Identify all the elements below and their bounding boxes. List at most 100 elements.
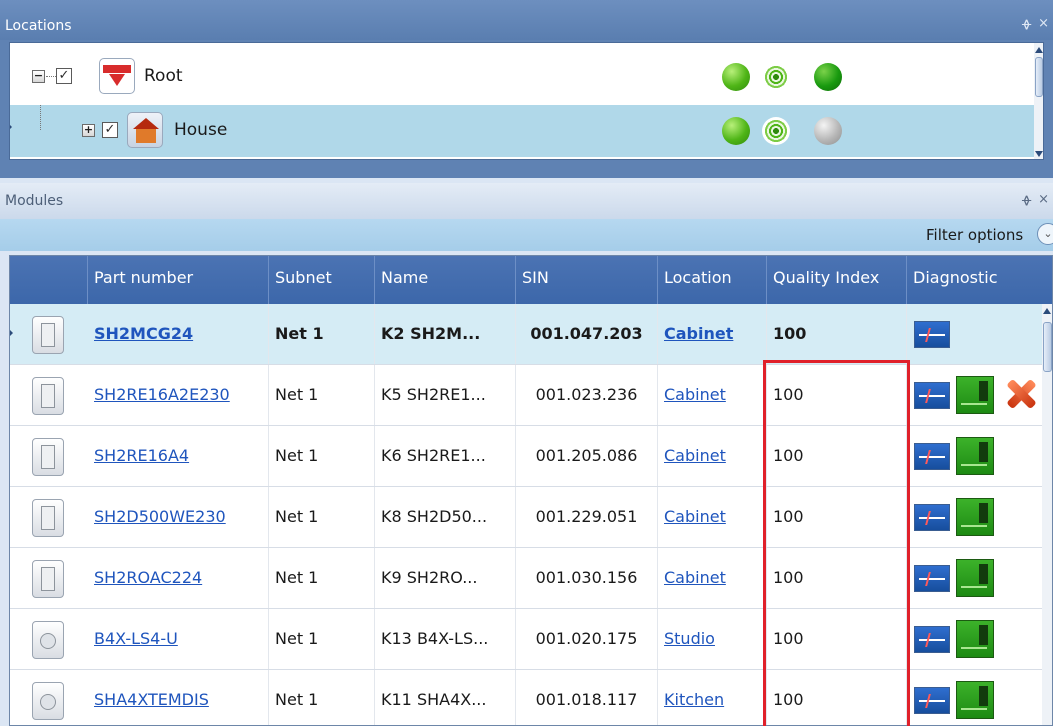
module-thumbnail — [32, 621, 64, 659]
monitor-icon[interactable] — [914, 382, 950, 409]
subnet-cell: Net 1 — [269, 426, 375, 486]
filter-options-label[interactable]: Filter options — [926, 226, 1023, 244]
part-number-link[interactable]: SH2RE16A2E230 — [88, 365, 269, 425]
table-row[interactable]: SH2RE16A2E230 Net 1 K5 SH2RE1... 001.023… — [10, 365, 1052, 426]
column-header-location[interactable]: Location — [658, 256, 767, 304]
tree-item-label: House — [174, 120, 228, 140]
location-link[interactable]: Cabinet — [658, 548, 767, 608]
tree-item-label: Root — [144, 66, 183, 86]
monitor-icon[interactable] — [914, 565, 950, 592]
scroll-down-icon[interactable] — [1035, 151, 1043, 157]
location-link[interactable]: Cabinet — [658, 426, 767, 486]
table-row[interactable]: SH2MCG24 Net 1 K2 SH2M... 001.047.203 Ca… — [10, 304, 1052, 365]
locations-title: Locations — [5, 18, 72, 34]
monitor-icon[interactable] — [914, 504, 950, 531]
brand-logo-icon — [99, 58, 135, 94]
board-icon[interactable] — [956, 681, 994, 719]
column-header-quality-index[interactable]: Quality Index — [767, 256, 907, 304]
collapse-icon[interactable]: − — [32, 70, 45, 83]
quality-index-cell: 100 — [767, 548, 907, 608]
tree-item-root[interactable]: − ✓ Root — [10, 51, 1043, 103]
pin-icon[interactable]: ᚖ — [1022, 17, 1031, 31]
sin-cell: 001.020.175 — [516, 609, 658, 669]
part-number-link[interactable]: SH2D500WE230 — [88, 487, 269, 547]
subnet-cell: Net 1 — [269, 487, 375, 547]
tree-item-house[interactable]: + ✓ House — [10, 105, 1043, 157]
location-link[interactable]: Kitchen — [658, 670, 767, 725]
board-icon[interactable] — [956, 559, 994, 597]
name-cell: K2 SH2M... — [375, 304, 516, 364]
name-cell: K5 SH2RE1... — [375, 365, 516, 425]
status-online-icon — [722, 63, 750, 91]
module-thumbnail — [32, 682, 64, 720]
close-icon[interactable]: × — [1038, 16, 1049, 31]
checkbox-root[interactable]: ✓ — [56, 68, 72, 84]
monitor-icon[interactable] — [914, 443, 950, 470]
column-header-name[interactable]: Name — [375, 256, 516, 304]
part-number-link[interactable]: SH2RE16A4 — [88, 426, 269, 486]
scroll-thumb[interactable] — [1035, 57, 1043, 97]
monitor-icon[interactable] — [914, 626, 950, 653]
part-number-link[interactable]: SH2ROAC224 — [88, 548, 269, 608]
module-thumbnail — [32, 377, 64, 415]
scroll-up-icon[interactable] — [1043, 308, 1051, 314]
board-icon[interactable] — [956, 376, 994, 414]
filter-bar: Filter options ⌄ — [0, 219, 1053, 251]
monitor-icon[interactable] — [914, 321, 950, 348]
close-icon[interactable]: × — [1038, 192, 1049, 207]
monitor-icon[interactable] — [914, 687, 950, 714]
subnet-cell: Net 1 — [269, 609, 375, 669]
location-link[interactable]: Cabinet — [658, 304, 767, 364]
part-number-link[interactable]: SHA4XTEMDIS — [88, 670, 269, 725]
location-link[interactable]: Cabinet — [658, 365, 767, 425]
part-number-link[interactable]: SH2MCG24 — [88, 304, 269, 364]
locations-scrollbar[interactable] — [1034, 43, 1043, 159]
board-icon[interactable] — [956, 498, 994, 536]
location-link[interactable]: Cabinet — [658, 487, 767, 547]
signal-icon — [762, 63, 790, 91]
grid-scrollbar[interactable] — [1042, 304, 1052, 725]
sin-cell: 001.205.086 — [516, 426, 658, 486]
column-header-image[interactable] — [10, 256, 88, 304]
sin-cell: 001.030.156 — [516, 548, 658, 608]
sin-cell: 001.229.051 — [516, 487, 658, 547]
expand-icon[interactable]: + — [82, 124, 95, 137]
quality-index-cell: 100 — [767, 670, 907, 725]
board-icon[interactable] — [956, 620, 994, 658]
alarm-icon[interactable] — [1002, 375, 1040, 413]
module-thumbnail — [32, 560, 64, 598]
status-online-icon — [722, 117, 750, 145]
table-row[interactable]: SH2RE16A4 Net 1 K6 SH2RE1... 001.205.086… — [10, 426, 1052, 487]
table-row[interactable]: SH2ROAC224 Net 1 K9 SH2RO... 001.030.156… — [10, 548, 1052, 609]
pin-icon[interactable]: ᚖ — [1022, 193, 1031, 207]
current-row-marker — [10, 121, 12, 133]
module-thumbnail — [32, 499, 64, 537]
table-row[interactable]: SHA4XTEMDIS Net 1 K11 SHA4X... 001.018.1… — [10, 670, 1052, 725]
quality-index-cell: 100 — [767, 609, 907, 669]
locations-panel: Locations ᚖ × − ✓ Root + ✓ House — [0, 0, 1053, 178]
scroll-up-icon[interactable] — [1035, 47, 1043, 53]
house-icon — [127, 112, 163, 148]
subnet-cell: Net 1 — [269, 365, 375, 425]
column-header-sin[interactable]: SIN — [516, 256, 658, 304]
column-header-subnet[interactable]: Subnet — [269, 256, 375, 304]
grid-header: Part number Subnet Name SIN Location Qua… — [10, 256, 1052, 304]
column-header-diagnostic[interactable]: Diagnostic — [907, 256, 1052, 304]
table-row[interactable]: SH2D500WE230 Net 1 K8 SH2D50... 001.229.… — [10, 487, 1052, 548]
location-link[interactable]: Studio — [658, 609, 767, 669]
table-row[interactable]: B4X-LS4-U Net 1 K13 B4X-LS... 001.020.17… — [10, 609, 1052, 670]
part-number-link[interactable]: B4X-LS4-U — [88, 609, 269, 669]
column-header-part-number[interactable]: Part number — [88, 256, 269, 304]
name-cell: K13 B4X-LS... — [375, 609, 516, 669]
quality-index-cell: 100 — [767, 426, 907, 486]
quality-index-cell: 100 — [767, 304, 907, 364]
scroll-thumb[interactable] — [1043, 322, 1052, 372]
quality-index-cell: 100 — [767, 487, 907, 547]
locations-tree: − ✓ Root + ✓ House — [9, 42, 1044, 160]
checkbox-house[interactable]: ✓ — [102, 122, 118, 138]
chevron-down-icon[interactable]: ⌄ — [1037, 223, 1053, 245]
status-ok-icon — [814, 63, 842, 91]
board-icon[interactable] — [956, 437, 994, 475]
modules-title: Modules — [5, 193, 64, 209]
tree-connector — [46, 76, 56, 77]
